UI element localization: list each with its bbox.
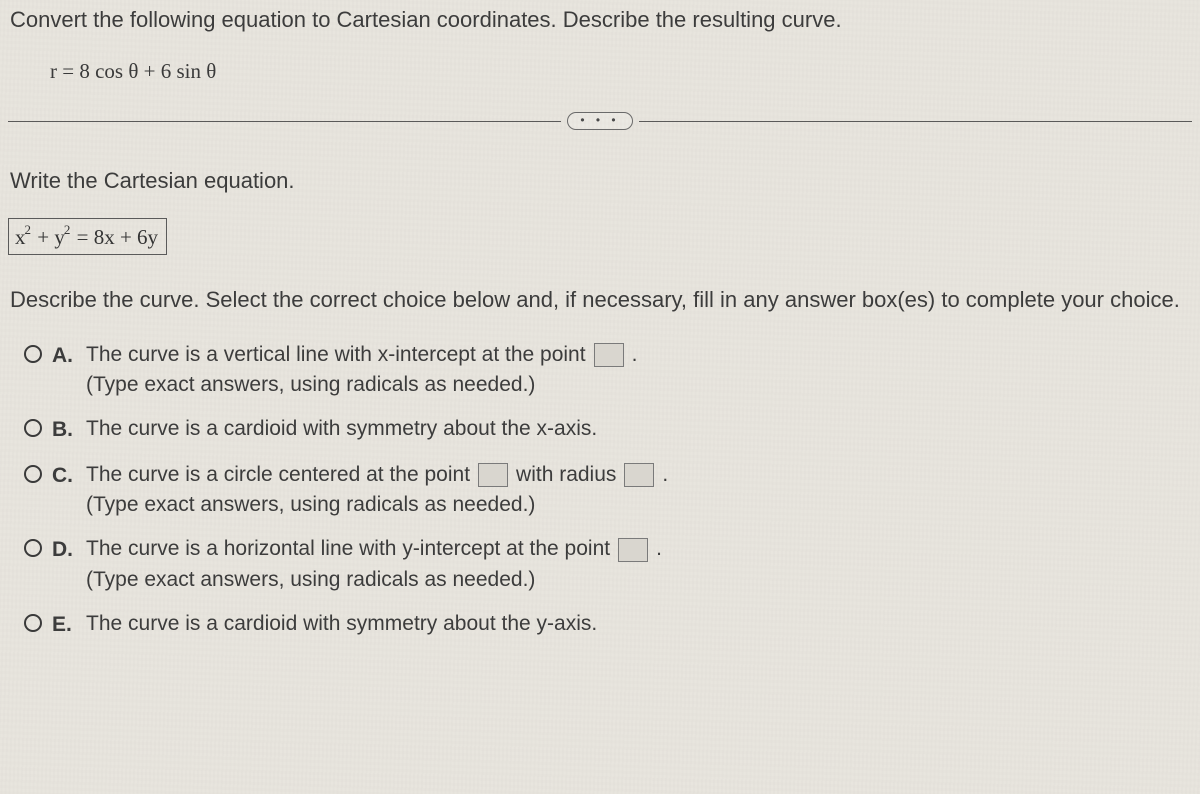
option-c-blank-2[interactable]: [624, 463, 654, 487]
option-e-text: The curve is a cardioid with symmetry ab…: [86, 610, 597, 638]
choices-list: A. The curve is a vertical line with x-i…: [0, 319, 1200, 666]
answer-x: x: [15, 225, 26, 249]
option-d-text-post: .: [656, 535, 662, 563]
divider-line-right: [639, 121, 1192, 122]
option-d-letter: D.: [52, 535, 76, 564]
option-d-sub: (Type exact answers, using radicals as n…: [86, 566, 1190, 594]
option-e: E. The curve is a cardioid with symmetry…: [24, 610, 1190, 639]
option-c-text-pre: The curve is a circle centered at the po…: [86, 461, 470, 489]
option-e-letter: E.: [52, 610, 76, 639]
option-c-sub: (Type exact answers, using radicals as n…: [86, 491, 1190, 519]
option-c-letter: C.: [52, 461, 76, 490]
cartesian-equation-answer: x2 + y2 = 8x + 6y: [8, 218, 167, 255]
describe-curve-prompt: Describe the curve. Select the correct c…: [0, 261, 1200, 319]
option-c-blank-1[interactable]: [478, 463, 508, 487]
option-c: C. The curve is a circle centered at the…: [24, 461, 1190, 520]
section-divider: • • •: [0, 112, 1200, 130]
option-d: D. The curve is a horizontal line with y…: [24, 535, 1190, 594]
radio-e[interactable]: [24, 614, 42, 632]
radio-d[interactable]: [24, 539, 42, 557]
radio-a[interactable]: [24, 345, 42, 363]
option-d-blank-1[interactable]: [618, 538, 648, 562]
option-b: B. The curve is a cardioid with symmetry…: [24, 415, 1190, 444]
answer-plus: +: [32, 225, 54, 249]
option-a-letter: A.: [52, 341, 76, 370]
option-a: A. The curve is a vertical line with x-i…: [24, 341, 1190, 400]
option-b-text: The curve is a cardioid with symmetry ab…: [86, 415, 597, 443]
radio-b[interactable]: [24, 419, 42, 437]
answer-eq: =: [71, 225, 93, 249]
option-a-sub: (Type exact answers, using radicals as n…: [86, 371, 1190, 399]
option-a-text-post: .: [632, 341, 638, 369]
polar-equation: r = 8 cos θ + 6 sin θ: [0, 41, 1200, 112]
answer-rhs: 8x + 6y: [94, 225, 158, 249]
option-d-text-pre: The curve is a horizontal line with y-in…: [86, 535, 610, 563]
question-title: Convert the following equation to Cartes…: [0, 0, 1200, 41]
option-b-letter: B.: [52, 415, 76, 444]
divider-line-left: [8, 121, 561, 122]
write-cartesian-prompt: Write the Cartesian equation.: [0, 130, 1200, 200]
option-a-text-pre: The curve is a vertical line with x-inte…: [86, 341, 586, 369]
radio-c[interactable]: [24, 465, 42, 483]
option-c-text-post: .: [662, 461, 668, 489]
option-a-blank-1[interactable]: [594, 343, 624, 367]
option-c-text-mid: with radius: [516, 461, 616, 489]
more-dots-button[interactable]: • • •: [567, 112, 632, 130]
answer-x-exp: 2: [25, 222, 32, 237]
answer-y-exp: 2: [64, 222, 71, 237]
